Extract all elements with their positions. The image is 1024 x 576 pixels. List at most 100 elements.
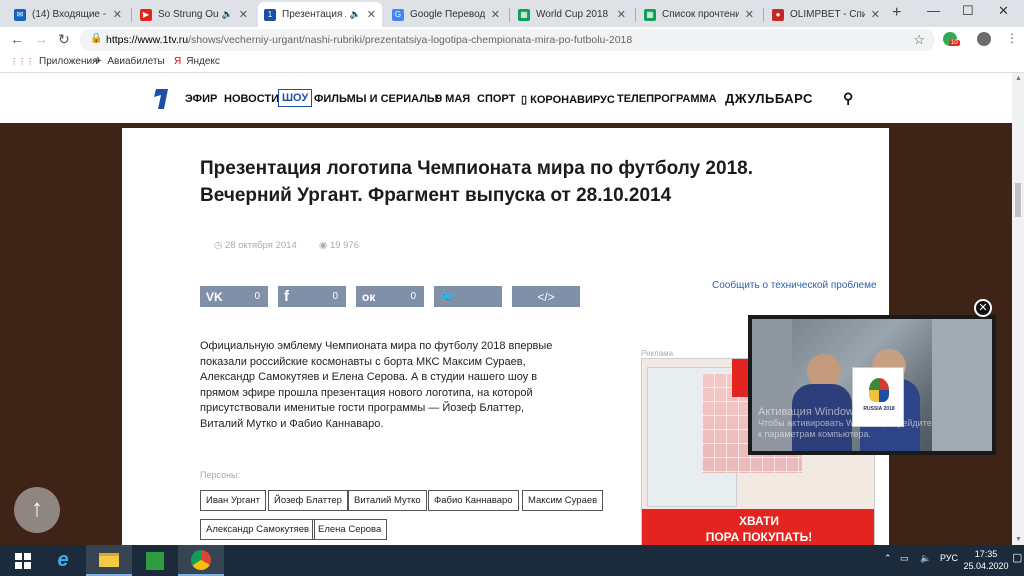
person-tag[interactable]: Виталий Мутко	[348, 490, 427, 511]
bookmark-avia[interactable]: ✈ Авиабилеты	[94, 56, 165, 67]
back-icon[interactable]: ←	[10, 31, 24, 47]
scroll-up-icon[interactable]: ▲	[1015, 75, 1022, 82]
close-video-button[interactable]: ✕	[974, 299, 992, 317]
tab-world-cup[interactable]: ▦ World Cup 2018 - ✕	[512, 2, 632, 27]
tab-title: So Strung Out	[158, 9, 218, 20]
article-date: ◷ 28 октября 2014	[214, 240, 297, 251]
report-problem-link[interactable]: Сообщить о технической проблеме	[712, 280, 877, 291]
lock-icon[interactable]: 🔒	[90, 33, 102, 44]
close-tab-icon[interactable]: ✕	[745, 8, 754, 21]
minimize-button[interactable]: —	[927, 3, 940, 18]
close-window-button[interactable]: ✕	[998, 3, 1009, 19]
reload-icon[interactable]: ↻	[58, 31, 70, 48]
chrome-icon	[191, 549, 211, 570]
person-tag[interactable]: Иван Ургант	[200, 490, 266, 511]
share-ok-button[interactable]: ок 0	[356, 286, 424, 307]
taskbar-store[interactable]	[132, 545, 178, 576]
close-tab-icon[interactable]: ✕	[871, 8, 880, 21]
nav-films[interactable]: ФИЛЬМЫ И СЕРИАЛЫ	[314, 93, 438, 105]
share-twitter-button[interactable]: 🐦	[434, 286, 502, 307]
page-title: Презентация логотипа Чемпионата мира по …	[200, 158, 753, 206]
person-tag[interactable]: Максим Сураев	[522, 490, 604, 511]
person-tag[interactable]: Елена Серова	[312, 519, 388, 540]
close-tab-icon[interactable]: ✕	[239, 8, 248, 21]
notifications-icon[interactable]: ▢	[1012, 551, 1022, 564]
world-cup-emblem-icon	[869, 378, 889, 402]
bookmark-yandex[interactable]: Я Яндекс	[174, 56, 220, 67]
nav-tv-program[interactable]: ТЕЛЕПРОГРАММА	[617, 93, 717, 105]
internet-explorer-icon: e	[57, 549, 69, 571]
person-tag[interactable]: Александр Самокутяев	[200, 519, 316, 540]
close-tab-icon[interactable]: ✕	[491, 8, 500, 21]
bookmarks-bar: ⋮⋮⋮ Приложения ✈ Авиабилеты Я Яндекс	[0, 53, 1024, 73]
page-scrollbar[interactable]: ▲ ▼	[1012, 73, 1024, 545]
tray-chevron-icon[interactable]: ⌃	[884, 553, 892, 564]
person-tag[interactable]: Йозеф Блаттер	[268, 490, 348, 511]
tab-reading-list[interactable]: ▦ Список прочтений ✕	[638, 2, 760, 27]
menu-dots-icon[interactable]: ⋮	[1006, 31, 1018, 45]
person-tag[interactable]: Фабио Каннаваро	[428, 490, 519, 511]
bookmark-label: Авиабилеты	[107, 56, 165, 67]
clock-time: 17:35	[974, 549, 998, 559]
bookmark-apps[interactable]: ⋮⋮⋮ Приложения	[10, 56, 98, 67]
tab-google-translate[interactable]: G Google Переводч ✕	[386, 2, 506, 27]
nav-coronavirus[interactable]: ▯ КОРОНАВИРУС	[521, 93, 615, 106]
nav-show[interactable]: ШОУ	[278, 89, 313, 107]
channel-one-icon: 1	[264, 8, 276, 21]
windows-taskbar: e ⌃ ▭ 🔈 РУС 17:35 25.04.2020 ▢	[0, 545, 1024, 576]
forward-icon[interactable]: →	[34, 31, 48, 47]
close-tab-icon[interactable]: ✕	[367, 8, 376, 21]
article-body: Официальную эмблему Чемпионата мира по ф…	[200, 340, 553, 430]
nav-news[interactable]: НОВОСТИ	[224, 93, 279, 105]
scrollbar-thumb[interactable]	[1015, 183, 1021, 217]
scroll-to-top-button[interactable]: ↑	[14, 487, 60, 533]
tab-inbox[interactable]: ✉ (14) Входящие - П ✕	[8, 2, 128, 27]
floating-video-player[interactable]: RUSSIA 2018 Активация Windows Чтобы акти…	[748, 315, 996, 455]
share-facebook-button[interactable]: f 0	[278, 286, 346, 307]
url-text[interactable]: https://www.1tv.ru/shows/vecherniy-urgan…	[106, 34, 632, 46]
taskbar-chrome[interactable]	[178, 545, 224, 576]
twitter-icon: 🐦	[440, 289, 455, 304]
address-bar[interactable]: 🔒 https://www.1tv.ru/shows/vecherniy-urg…	[80, 29, 935, 51]
google-translate-icon: G	[392, 8, 404, 21]
embed-button[interactable]: </>	[512, 286, 580, 307]
network-icon[interactable]: ▭	[900, 553, 909, 564]
odnoklassniki-icon: ок	[362, 289, 376, 304]
search-icon[interactable]: ⚲	[843, 90, 853, 107]
nav-sport[interactable]: СПОРТ	[477, 93, 515, 105]
close-tab-icon[interactable]: ✕	[617, 8, 626, 21]
language-indicator[interactable]: РУС	[940, 553, 958, 563]
bookmark-star-icon[interactable]: ☆	[913, 32, 925, 48]
taskbar-ie[interactable]: e	[40, 545, 86, 576]
nav-djulbars[interactable]: ДЖУЛЬБАРС	[725, 91, 813, 106]
channel-one-logo[interactable]	[150, 87, 170, 111]
speaker-icon[interactable]: 🔈	[222, 9, 233, 20]
store-icon	[146, 551, 164, 570]
tab-olimpbet[interactable]: ● OLIMPBET - Списо ✕	[766, 2, 886, 27]
tab-presentation[interactable]: 1 Презентация л 🔈 ✕	[258, 2, 382, 27]
scroll-down-icon[interactable]: ▼	[1015, 536, 1022, 543]
maximize-button[interactable]: ☐	[962, 3, 974, 19]
taskbar-clock[interactable]: 17:35 25.04.2020	[963, 548, 1009, 572]
taskbar-explorer[interactable]	[86, 545, 132, 576]
new-tab-button[interactable]: +	[892, 4, 901, 22]
eye-icon: ◉	[319, 240, 330, 251]
share-vk-button[interactable]: VK 0	[200, 286, 268, 307]
share-count: 0	[410, 291, 416, 302]
embed-icon: </>	[537, 289, 555, 304]
ad-label: Реклама	[641, 349, 674, 358]
sheets-icon: ▦	[518, 8, 530, 21]
speaker-icon[interactable]: 🔈	[350, 9, 361, 20]
close-tab-icon[interactable]: ✕	[113, 8, 122, 21]
avatar[interactable]	[977, 32, 991, 46]
ad-text-2: ПОРА ПОКУПАТЬ!	[705, 530, 813, 544]
clock-icon: ◷	[214, 240, 225, 251]
nav-efir[interactable]: ЭФИР	[185, 93, 217, 105]
site-header: ЭФИР НОВОСТИ ШОУ ФИЛЬМЫ И СЕРИАЛЫ 9 МАЯ …	[0, 73, 1012, 123]
nav-9-may[interactable]: 9 МАЯ	[436, 93, 470, 105]
tab-youtube[interactable]: ▶ So Strung Out 🔈 ✕	[134, 2, 254, 27]
volume-icon[interactable]: 🔈	[920, 553, 931, 564]
mail-icon: ✉	[14, 8, 26, 21]
bookmark-label: Яндекс	[186, 56, 220, 67]
ad-text-1: ХВАТИ	[738, 514, 780, 528]
